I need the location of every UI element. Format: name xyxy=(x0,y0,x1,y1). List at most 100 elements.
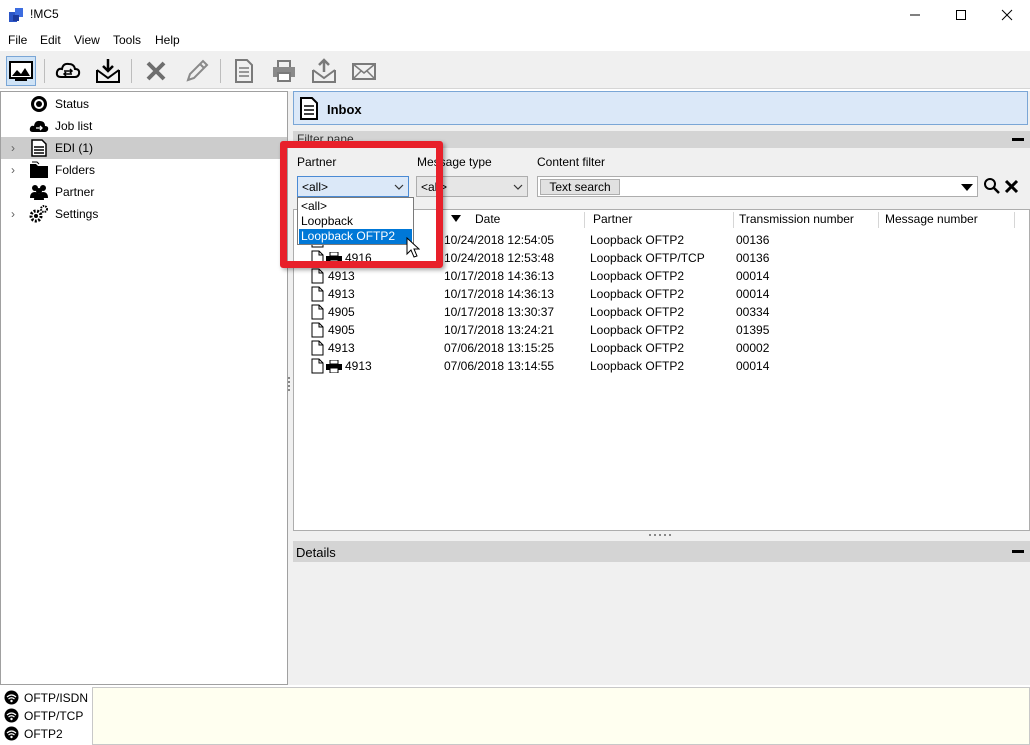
cell-date: 10/17/2018 13:30:37 xyxy=(444,305,555,319)
log-panel xyxy=(92,687,1030,745)
column-divider[interactable] xyxy=(733,212,734,228)
table-row[interactable]: 4913 07/06/2018 13:14:55 Loopback OFTP2 000… xyxy=(294,357,1029,375)
cell-date: 07/06/2018 13:14:55 xyxy=(444,359,555,373)
tree-item-label: Status xyxy=(55,97,90,111)
cloud-sync-icon xyxy=(55,62,81,78)
print-icon xyxy=(273,60,295,82)
mail-button[interactable] xyxy=(349,56,379,86)
minimize-button[interactable] xyxy=(892,0,938,30)
toolbar-separator xyxy=(220,59,221,83)
tree-item-label: Job list xyxy=(55,119,93,133)
maximize-icon xyxy=(956,10,966,20)
window-title: !MC5 xyxy=(30,7,59,21)
details-pane-header[interactable]: Details xyxy=(293,541,1030,562)
cell-partner: Loopback OFTP2 xyxy=(590,233,685,247)
cloud-sync-button[interactable] xyxy=(53,56,83,86)
monitor-button[interactable] xyxy=(6,56,36,86)
wifi-icon xyxy=(4,690,19,705)
document-icon xyxy=(311,286,324,302)
cell-name: 4913 xyxy=(328,269,355,283)
tree-item-partner[interactable]: Partner xyxy=(1,181,287,203)
cell-name: 4913 xyxy=(345,359,372,373)
column-header-partner[interactable]: Partner xyxy=(593,212,632,228)
content-filter-input[interactable]: Text search xyxy=(537,176,978,197)
connection-label: OFTP2 xyxy=(24,727,63,741)
search-icon[interactable] xyxy=(983,177,1001,195)
column-divider[interactable] xyxy=(584,212,585,228)
toolbar xyxy=(0,51,1030,89)
collapse-icon[interactable] xyxy=(1012,138,1024,141)
menu-help[interactable]: Help xyxy=(155,33,180,47)
document-icon xyxy=(235,59,253,83)
menu-file[interactable]: File xyxy=(8,33,27,47)
menu-view[interactable]: View xyxy=(74,33,100,47)
table-row[interactable]: 4913 07/06/2018 13:15:25 Loopback OFTP2 000… xyxy=(294,339,1029,357)
print-button[interactable] xyxy=(269,56,299,86)
dropdown-arrow-icon[interactable] xyxy=(961,183,973,191)
expand-caret-icon[interactable]: › xyxy=(11,141,21,155)
column-divider[interactable] xyxy=(1014,212,1015,228)
column-header-transmission-number[interactable]: Transmission number xyxy=(739,212,854,228)
dropdown-option[interactable]: <all> xyxy=(299,199,412,214)
tree-item-job-list[interactable]: Job list xyxy=(1,115,287,137)
tree-item-settings[interactable]: › Settings xyxy=(1,203,287,225)
cell-name: 4905 xyxy=(328,305,355,319)
connection-item[interactable]: OFTP2 xyxy=(0,724,90,742)
tree-item-label: Partner xyxy=(55,185,95,199)
menu-bar: File Edit View Tools Help xyxy=(0,30,1030,51)
expand-caret-icon[interactable]: › xyxy=(11,207,21,221)
table-row[interactable]: 4905 10/17/2018 13:30:37 Loopback OFTP2 003… xyxy=(294,303,1029,321)
mouse-cursor-icon xyxy=(406,237,420,258)
cell-partner: Loopback OFTP2 xyxy=(590,305,685,319)
clear-filter-icon[interactable] xyxy=(1004,179,1019,194)
title-bar: !MC5 xyxy=(0,0,1030,30)
expand-caret-icon[interactable]: › xyxy=(11,163,21,177)
export-icon xyxy=(312,58,336,83)
cell-date: 10/24/2018 12:53:48 xyxy=(444,251,555,265)
cell-partner: Loopback OFTP/TCP xyxy=(590,251,705,265)
table-row[interactable]: 4913 10/17/2018 14:36:13 Loopback OFTP2 000… xyxy=(294,285,1029,303)
horizontal-splitter-grip-icon[interactable] xyxy=(649,534,673,537)
column-header-message-number[interactable]: Message number xyxy=(885,212,978,228)
tree-item-folders[interactable]: › Folders xyxy=(1,159,287,181)
inbox-download-button[interactable] xyxy=(93,56,123,86)
cell-date: 07/06/2018 13:15:25 xyxy=(444,341,555,355)
cell-name: 4913 xyxy=(328,341,355,355)
delete-icon xyxy=(146,61,166,81)
cell-transmission-number: 00136 xyxy=(736,233,770,247)
table-row[interactable]: 4913 10/17/2018 14:36:13 Loopback OFTP2 000… xyxy=(294,267,1029,285)
connection-item[interactable]: OFTP/TCP xyxy=(0,706,90,724)
table-row[interactable]: 4905 10/17/2018 13:24:21 Loopback OFTP2 013… xyxy=(294,321,1029,339)
column-header-date[interactable]: Date xyxy=(475,212,500,228)
cell-transmission-number: 00014 xyxy=(736,287,770,301)
text-search-button[interactable]: Text search xyxy=(540,179,620,195)
menu-edit[interactable]: Edit xyxy=(40,33,61,47)
document-icon xyxy=(311,322,324,338)
navigation-tree: Status Job list › EDI (1) › Folders Part… xyxy=(0,91,288,685)
tree-item-label: Folders xyxy=(55,163,96,177)
delete-button[interactable] xyxy=(141,56,171,86)
splitter-grip-icon[interactable] xyxy=(287,377,291,391)
connection-item[interactable]: OFTP/ISDN xyxy=(0,688,90,706)
document-button[interactable] xyxy=(229,56,259,86)
job-list-icon xyxy=(29,120,49,132)
connection-label: OFTP/TCP xyxy=(24,709,84,723)
tree-item-edi[interactable]: › EDI (1) xyxy=(1,137,287,159)
cell-transmission-number: 00014 xyxy=(736,269,770,283)
cell-transmission-number: 00002 xyxy=(736,341,770,355)
cell-date: 10/17/2018 14:36:13 xyxy=(444,287,555,301)
collapse-icon[interactable] xyxy=(1012,550,1024,553)
menu-tools[interactable]: Tools xyxy=(113,33,141,47)
monitor-icon xyxy=(9,61,33,81)
dropdown-option-selected[interactable]: Loopback OFTP2 xyxy=(299,229,412,244)
chevron-down-icon xyxy=(513,184,523,190)
dropdown-option[interactable]: Loopback OFTP/TCP xyxy=(299,214,412,243)
tree-item-label: Settings xyxy=(55,207,99,221)
maximize-button[interactable] xyxy=(938,0,984,30)
export-button[interactable] xyxy=(309,56,339,86)
edit-button[interactable] xyxy=(182,56,212,86)
close-button[interactable] xyxy=(984,0,1030,30)
tree-item-status[interactable]: Status xyxy=(1,93,287,115)
sort-descending-icon[interactable] xyxy=(451,215,461,222)
column-divider[interactable] xyxy=(878,212,879,228)
